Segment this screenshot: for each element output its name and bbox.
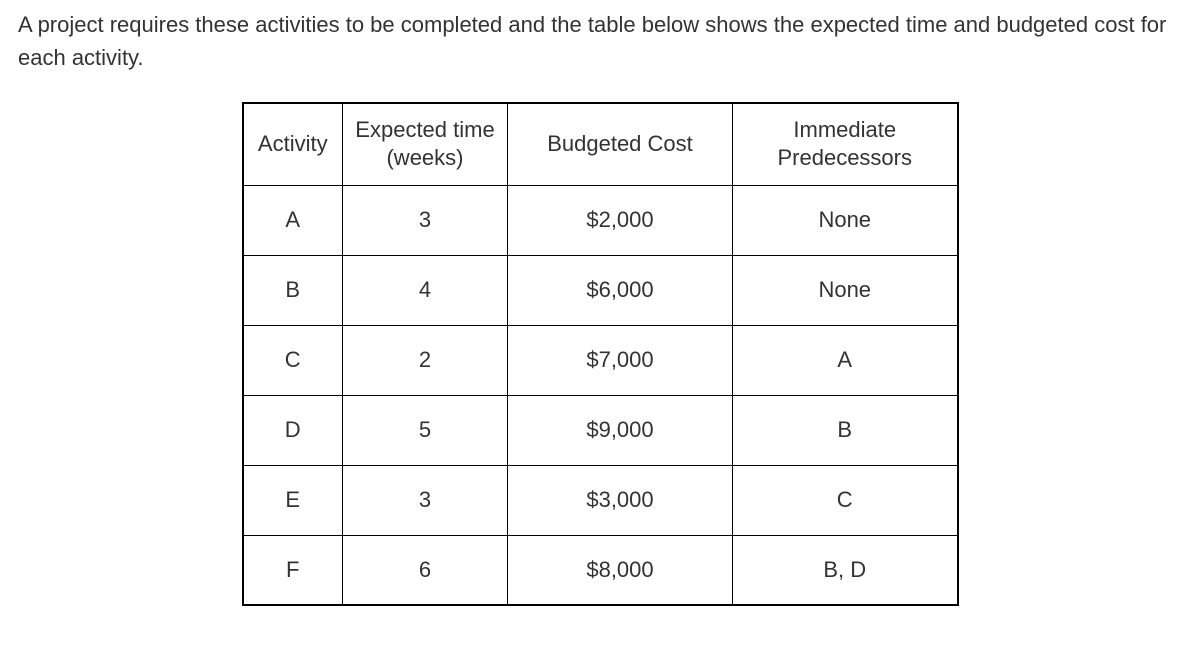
- intro-paragraph: A project requires these activities to b…: [0, 0, 1200, 74]
- header-predecessors-line1: Immediate: [793, 117, 896, 142]
- cell-budgeted-cost: $2,000: [508, 185, 733, 255]
- cell-activity: C: [243, 325, 343, 395]
- cell-budgeted-cost: $7,000: [508, 325, 733, 395]
- cell-budgeted-cost: $9,000: [508, 395, 733, 465]
- cell-activity: F: [243, 535, 343, 605]
- cell-activity: A: [243, 185, 343, 255]
- cell-expected-time: 5: [343, 395, 508, 465]
- table-container: Activity Expected time (weeks) Budgeted …: [0, 102, 1200, 606]
- cell-predecessors: B, D: [733, 535, 958, 605]
- table-row: D 5 $9,000 B: [243, 395, 958, 465]
- cell-expected-time: 6: [343, 535, 508, 605]
- cell-activity: D: [243, 395, 343, 465]
- cell-activity: E: [243, 465, 343, 535]
- header-expected-time: Expected time (weeks): [343, 103, 508, 185]
- table-header-row: Activity Expected time (weeks) Budgeted …: [243, 103, 958, 185]
- cell-predecessors: C: [733, 465, 958, 535]
- cell-predecessors: None: [733, 255, 958, 325]
- cell-budgeted-cost: $3,000: [508, 465, 733, 535]
- cell-expected-time: 3: [343, 465, 508, 535]
- cell-predecessors: B: [733, 395, 958, 465]
- cell-expected-time: 3: [343, 185, 508, 255]
- activities-table: Activity Expected time (weeks) Budgeted …: [242, 102, 959, 606]
- header-predecessors: Immediate Predecessors: [733, 103, 958, 185]
- cell-predecessors: None: [733, 185, 958, 255]
- header-expected-time-line1: Expected time: [355, 117, 494, 142]
- header-expected-time-line2: (weeks): [386, 145, 463, 170]
- cell-budgeted-cost: $8,000: [508, 535, 733, 605]
- table-row: B 4 $6,000 None: [243, 255, 958, 325]
- cell-activity: B: [243, 255, 343, 325]
- header-budgeted-cost: Budgeted Cost: [508, 103, 733, 185]
- cell-expected-time: 2: [343, 325, 508, 395]
- cell-expected-time: 4: [343, 255, 508, 325]
- cell-budgeted-cost: $6,000: [508, 255, 733, 325]
- table-row: A 3 $2,000 None: [243, 185, 958, 255]
- header-activity: Activity: [243, 103, 343, 185]
- cell-predecessors: A: [733, 325, 958, 395]
- header-predecessors-line2: Predecessors: [777, 145, 912, 170]
- table-row: E 3 $3,000 C: [243, 465, 958, 535]
- table-row: C 2 $7,000 A: [243, 325, 958, 395]
- table-row: F 6 $8,000 B, D: [243, 535, 958, 605]
